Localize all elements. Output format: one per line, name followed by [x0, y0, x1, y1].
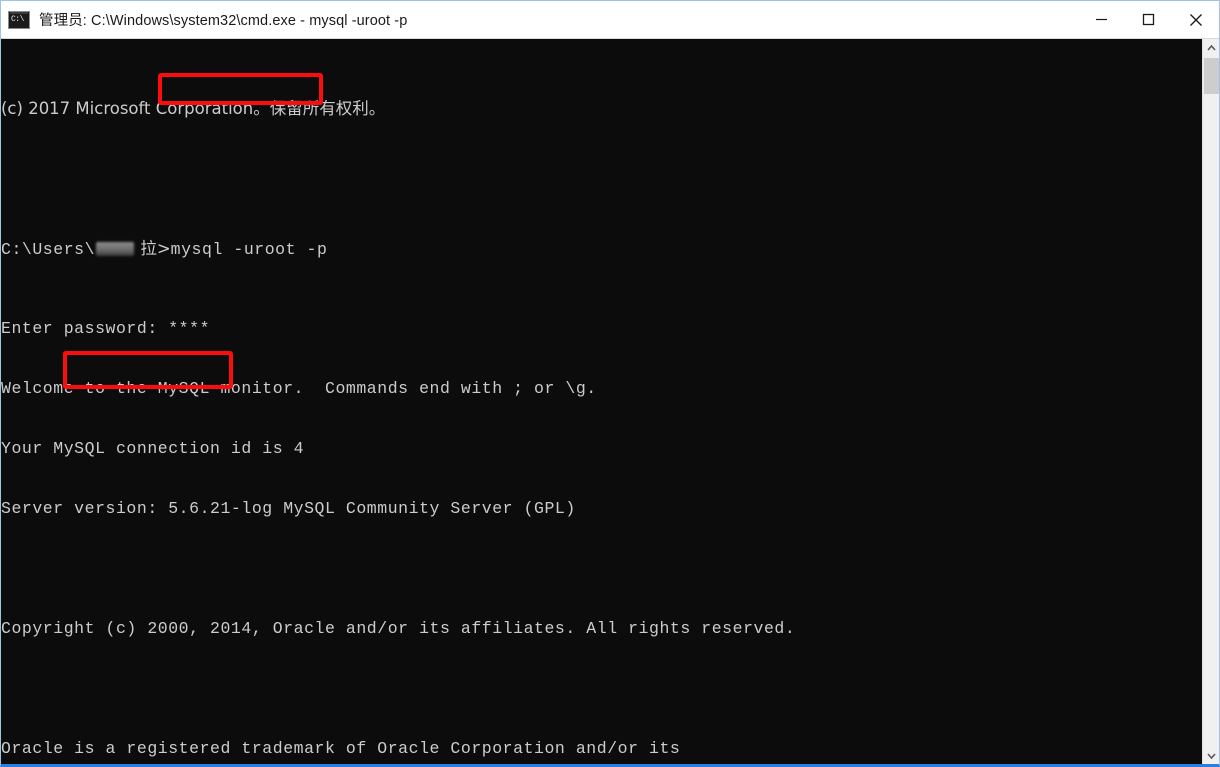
vertical-scrollbar[interactable] [1202, 39, 1219, 764]
prompt-path-suffix: 拉> [135, 239, 171, 258]
terminal-text: (c) 2017 Microsoft Corporation。保留所有权利。 C… [1, 39, 1191, 764]
window-title: 管理员: C:\Windows\system32\cmd.exe - mysql… [39, 13, 408, 29]
line-prompt-command: C:\Users\ 拉>mysql -uroot -p [1, 239, 1191, 259]
line-server-version: Server version: 5.6.21-log MySQL Communi… [1, 499, 576, 518]
line-oracle-copyright: Copyright (c) 2000, 2014, Oracle and/or … [1, 619, 796, 638]
mysql-login-command-text: mysql -uroot -p [170, 240, 328, 259]
line-connection-id: Your MySQL connection id is 4 [1, 439, 305, 458]
close-button[interactable] [1172, 1, 1219, 38]
console-output-area[interactable]: (c) 2017 Microsoft Corporation。保留所有权利。 C… [1, 39, 1219, 764]
title-bar[interactable]: 管理员: C:\Windows\system32\cmd.exe - mysql… [1, 1, 1219, 39]
line-trademark-1: Oracle is a registered trademark of Orac… [1, 739, 681, 758]
minimize-button[interactable] [1078, 1, 1125, 38]
scroll-up-arrow-icon[interactable] [1203, 39, 1219, 56]
line-enter-password: Enter password: **** [1, 319, 211, 338]
scroll-down-arrow-icon[interactable] [1203, 747, 1219, 764]
window-controls [1078, 1, 1219, 38]
prompt-path-prefix: C:\Users\ [1, 240, 96, 259]
line-welcome: Welcome to the MySQL monitor. Commands e… [1, 379, 597, 398]
maximize-button[interactable] [1125, 1, 1172, 38]
scrollbar-thumb[interactable] [1204, 58, 1219, 94]
cmd-console-icon [8, 10, 30, 29]
line-ms-copyright: (c) 2017 Microsoft Corporation。保留所有权利。 [1, 99, 1191, 119]
redacted-username [96, 242, 135, 256]
ms-copyright-text: (c) 2017 Microsoft Corporation。保留所有权利。 [1, 99, 386, 118]
cmd-window: 管理员: C:\Windows\system32\cmd.exe - mysql… [0, 0, 1220, 767]
